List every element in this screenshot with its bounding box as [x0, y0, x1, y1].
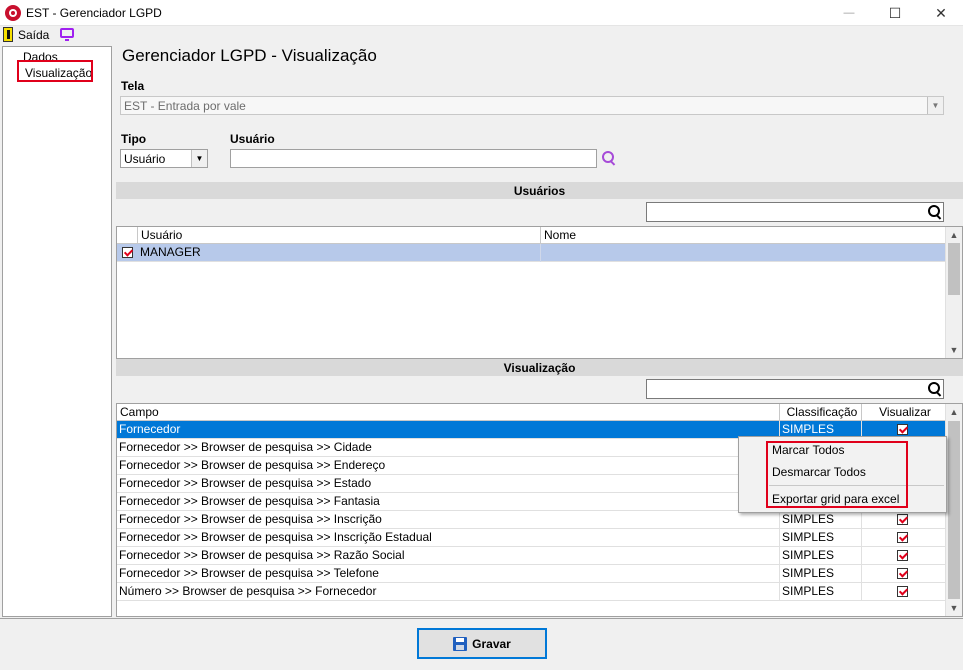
save-button[interactable]: Gravar	[417, 628, 547, 659]
row-checkbox[interactable]	[897, 532, 908, 543]
app-logo-icon	[5, 5, 21, 21]
users-search-input[interactable]	[646, 202, 944, 222]
visual-row-campo: Fornecedor >> Browser de pesquisa >> Ins…	[117, 529, 780, 547]
visual-row-classificacao: SIMPLES	[780, 583, 862, 601]
save-button-label: Gravar	[472, 636, 511, 651]
tipo-label: Tipo	[121, 132, 147, 146]
footer-divider	[0, 618, 963, 619]
tela-label: Tela	[121, 79, 145, 93]
table-row[interactable]: Número >> Browser de pesquisa >> Fornece…	[117, 583, 946, 601]
search-icon[interactable]	[928, 205, 942, 219]
left-navigation: Dados Visualização	[2, 46, 112, 617]
visual-row-visualizar	[862, 565, 946, 583]
tipo-select[interactable]: Usuário ▼	[120, 149, 208, 168]
table-row[interactable]: Fornecedor >> Browser de pesquisa >> Raz…	[117, 547, 946, 565]
maximize-button[interactable]: ☐	[872, 0, 918, 26]
visual-grid-header-visualizar[interactable]: Visualizar	[862, 404, 946, 421]
users-grid-header-nome[interactable]: Nome	[541, 227, 946, 244]
users-grid-check-header	[117, 227, 138, 244]
visual-row-classificacao: SIMPLES	[780, 511, 862, 529]
visual-row-visualizar	[862, 547, 946, 565]
users-row-usuario: MANAGER	[138, 244, 541, 262]
row-checkbox[interactable]	[122, 247, 133, 258]
minimize-icon: —	[843, 7, 855, 19]
row-checkbox[interactable]	[897, 550, 908, 561]
scroll-up-icon[interactable]: ▲	[946, 404, 962, 420]
visual-row-campo: Fornecedor >> Browser de pesquisa >> End…	[117, 457, 780, 475]
visual-section-title: Visualização	[116, 359, 963, 376]
visual-row-classificacao: SIMPLES	[780, 547, 862, 565]
visual-grid-header-campo[interactable]: Campo	[117, 404, 780, 421]
scroll-down-icon[interactable]: ▼	[946, 600, 962, 616]
minimize-button[interactable]: —	[826, 0, 872, 26]
users-grid-scrollbar[interactable]: ▲ ▼	[945, 227, 962, 358]
visual-row-campo: Fornecedor >> Browser de pesquisa >> Tel…	[117, 565, 780, 583]
visual-grid-scrollbar[interactable]: ▲ ▼	[945, 404, 962, 616]
table-row[interactable]: Fornecedor >> Browser de pesquisa >> Ins…	[117, 529, 946, 547]
nav-selection-highlight	[17, 60, 93, 82]
visual-row-campo: Fornecedor >> Browser de pesquisa >> Cid…	[117, 439, 780, 457]
search-icon[interactable]	[928, 382, 942, 396]
users-grid-header-usuario[interactable]: Usuário	[138, 227, 541, 244]
visual-row-campo: Fornecedor >> Browser de pesquisa >> Raz…	[117, 547, 780, 565]
visual-row-campo: Fornecedor >> Browser de pesquisa >> Est…	[117, 475, 780, 493]
context-menu-highlight	[766, 441, 908, 508]
scrollbar-thumb[interactable]	[948, 243, 960, 295]
page-title: Gerenciador LGPD - Visualização	[122, 46, 377, 65]
table-row[interactable]: Fornecedor >> Browser de pesquisa >> Ins…	[117, 511, 946, 529]
row-checkbox[interactable]	[897, 514, 908, 525]
floppy-disk-icon	[453, 636, 468, 651]
users-grid: Usuário Nome MANAGER ▲ ▼	[116, 226, 963, 359]
scrollbar-thumb[interactable]	[948, 421, 960, 599]
window-title: EST - Gerenciador LGPD	[26, 6, 162, 20]
exit-door-icon	[3, 27, 13, 42]
usuario-label: Usuário	[230, 132, 275, 146]
visual-row-classificacao: SIMPLES	[780, 565, 862, 583]
visual-grid-header-classificacao[interactable]: Classificação	[780, 404, 862, 421]
table-row[interactable]: Fornecedor >> Browser de pesquisa >> Tel…	[117, 565, 946, 583]
visual-row-campo: Fornecedor >> Browser de pesquisa >> Ins…	[117, 511, 780, 529]
scroll-up-icon[interactable]: ▲	[946, 227, 962, 243]
tipo-select-value: Usuário	[124, 152, 166, 166]
tela-select[interactable]: EST - Entrada por vale ▼	[120, 96, 944, 115]
maximize-icon: ☐	[888, 4, 902, 21]
visual-row-campo: Fornecedor	[117, 421, 780, 439]
visual-row-visualizar	[862, 511, 946, 529]
exit-button[interactable]: Saída	[0, 26, 52, 44]
visual-row-visualizar	[862, 529, 946, 547]
users-section-title: Usuários	[116, 182, 963, 199]
row-checkbox[interactable]	[897, 586, 908, 597]
visual-search-input[interactable]	[646, 379, 944, 399]
chevron-down-icon[interactable]: ▼	[927, 97, 943, 114]
row-checkbox[interactable]	[897, 424, 908, 435]
usuario-input[interactable]	[230, 149, 597, 168]
close-button[interactable]: ✕	[918, 0, 963, 26]
users-row-nome	[541, 244, 946, 262]
context-menu: Marcar Todos Desmarcar Todos Exportar gr…	[738, 436, 947, 513]
search-icon[interactable]	[602, 151, 616, 165]
visual-row-campo: Fornecedor >> Browser de pesquisa >> Fan…	[117, 493, 780, 511]
toolbar: Saída	[0, 26, 963, 44]
chevron-down-icon[interactable]: ▼	[191, 150, 207, 167]
tela-select-value: EST - Entrada por vale	[124, 99, 246, 113]
title-bar: EST - Gerenciador LGPD — ☐ ✕	[0, 0, 963, 26]
close-icon: ✕	[935, 4, 947, 21]
visual-row-campo: Número >> Browser de pesquisa >> Fornece…	[117, 583, 780, 601]
row-checkbox[interactable]	[897, 568, 908, 579]
screen-icon[interactable]	[60, 28, 74, 41]
exit-label: Saída	[18, 28, 50, 42]
visual-row-visualizar	[862, 583, 946, 601]
visual-row-classificacao: SIMPLES	[780, 529, 862, 547]
table-row[interactable]: MANAGER	[117, 244, 946, 262]
scroll-down-icon[interactable]: ▼	[946, 342, 962, 358]
